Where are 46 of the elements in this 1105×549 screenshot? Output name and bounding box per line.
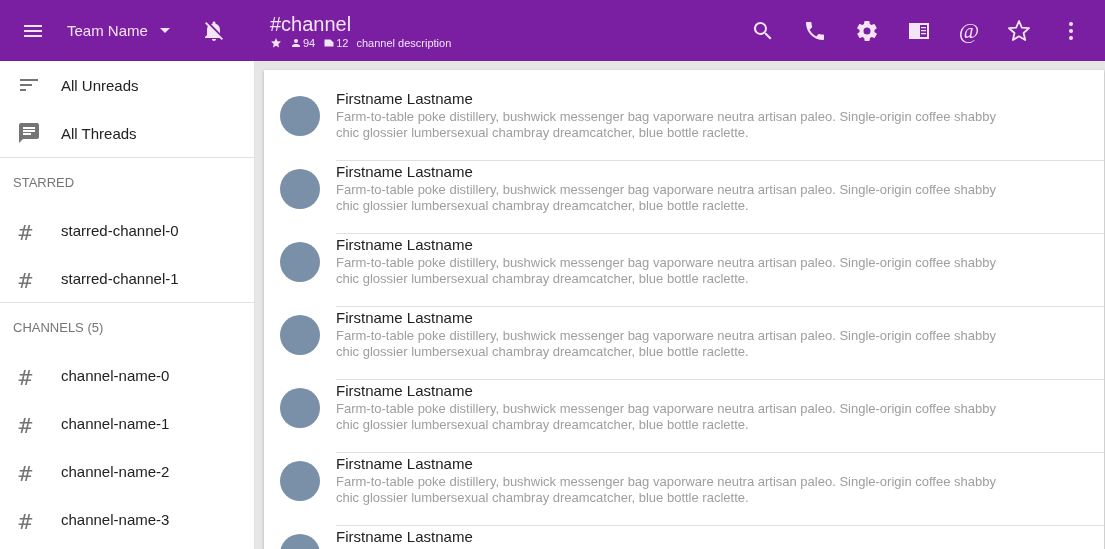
file-count: 12 — [336, 36, 349, 49]
channel-title: #channel — [270, 12, 353, 35]
channel-item[interactable]: # channel-name-3 — [0, 495, 254, 543]
team-switcher[interactable]: Team Name — [67, 20, 170, 41]
author-name: Firstname Lastname — [336, 308, 474, 328]
author-name: Firstname Lastname — [336, 235, 474, 255]
hash-icon: # — [17, 215, 37, 245]
avatar-photo-placeholder — [280, 315, 320, 355]
member-count: 94 — [303, 36, 316, 49]
settings-icon[interactable] — [854, 18, 879, 43]
author-name: Firstname Lastname — [336, 381, 474, 401]
author-name: Firstname Lastname — [336, 89, 474, 109]
avatar-photo-placeholder — [280, 242, 320, 282]
channel-item[interactable]: # channel-name-1 — [0, 399, 254, 447]
avatar-photo-placeholder — [280, 388, 320, 428]
author-name: Firstname Lastname — [336, 454, 474, 474]
message-text: Farm-to-table poke distillery, bushwick messenger bag vaporware neutra artisan paleo. Single-origin coffee shabby chic glossier lumbersexual chambray dreamcatcher, blue bottle raclette. — [336, 182, 997, 214]
channel-item[interactable]: # channel-name-2 — [0, 447, 254, 495]
caret-icon — [159, 28, 170, 33]
channel-description: channel description — [356, 36, 452, 49]
hash-icon: # — [17, 263, 37, 293]
channel-item[interactable]: # channel-name-0 — [0, 351, 254, 399]
person-icon — [290, 36, 302, 49]
channel-item[interactable]: # starred-channel-1 — [0, 254, 254, 302]
section-header: STARRED — [12, 173, 76, 192]
channel-item[interactable]: # starred-channel-0 — [0, 206, 254, 254]
mention-button[interactable]: @ — [958, 18, 979, 43]
hash-icon: # — [17, 408, 37, 438]
section-header: CHANNELS (5) — [12, 318, 105, 337]
avatar-photo-placeholder — [280, 461, 320, 501]
star-outline-icon[interactable] — [1007, 18, 1031, 43]
hash-icon: # — [17, 456, 37, 486]
author-name: Firstname Lastname — [336, 527, 474, 547]
nav-item[interactable]: All Unreads — [0, 61, 254, 109]
hash-icon: # — [17, 360, 37, 390]
avatar-photo-placeholder — [280, 169, 320, 209]
message-text: Farm-to-table poke distillery, bushwick messenger bag vaporware neutra artisan paleo. Single-origin coffee shabby chic glossier lumbersexual chambray dreamcatcher, blue bottle raclette. — [336, 401, 997, 433]
author-name: Firstname Lastname — [336, 162, 474, 182]
message-text: Farm-to-table poke distillery, bushwick messenger bag vaporware neutra artisan paleo. Single-origin coffee shabby chic glossier lumbersexual chambray dreamcatcher, blue bottle raclette. — [336, 474, 997, 506]
message-text: Farm-to-table poke distillery, bushwick messenger bag vaporware neutra artisan paleo. Single-origin coffee shabby chic glossier lumbersexual chambray dreamcatcher, blue bottle raclette. — [336, 328, 997, 360]
chat-icon — [17, 121, 41, 145]
nav-item[interactable]: All Threads — [0, 109, 254, 157]
hash-icon: # — [17, 504, 37, 534]
message-text: Farm-to-table poke distillery, bushwick messenger bag vaporware neutra artisan paleo. Single-origin coffee shabby chic glossier lumbersexual chambray dreamcatcher, blue bottle raclette. — [336, 255, 997, 287]
message-text: Farm-to-table poke distillery, bushwick messenger bag vaporware neutra artisan paleo. Single-origin coffee shabby chic glossier lumbersexual chambray dreamcatcher, blue bottle raclette. — [336, 109, 997, 141]
avatar-photo-placeholder — [280, 96, 320, 136]
